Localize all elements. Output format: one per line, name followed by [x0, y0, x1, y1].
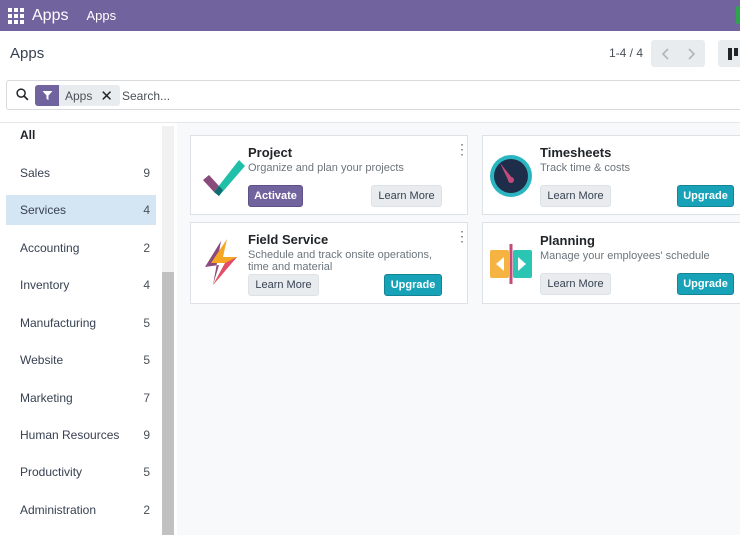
- filter-facet-label: Apps: [59, 85, 97, 106]
- sidebar-item-count: 4: [143, 203, 150, 217]
- sidebar-item-label: Human Resources: [20, 428, 120, 442]
- app-card-title: Planning: [540, 233, 595, 248]
- sidebar-item-count: 9: [143, 166, 150, 180]
- activate-button[interactable]: Activate: [248, 185, 303, 207]
- timesheets-icon: [490, 155, 532, 197]
- sidebar-item-inventory[interactable]: Inventory 4: [6, 270, 156, 300]
- learn-more-button[interactable]: Learn More: [371, 185, 442, 207]
- sidebar-scrollbar-thumb[interactable]: [162, 272, 174, 535]
- filter-facet: Apps ✕: [35, 85, 120, 106]
- sidebar-item-count: 4: [143, 278, 150, 292]
- navbar-menu-apps[interactable]: Apps: [86, 8, 116, 23]
- search-icon[interactable]: [16, 88, 29, 101]
- sidebar-item-marketing[interactable]: Marketing 7: [6, 383, 156, 413]
- pager-value[interactable]: 1-4 / 4: [609, 46, 643, 60]
- kanban-icon: [728, 47, 738, 60]
- navbar-brand[interactable]: Apps: [32, 7, 68, 25]
- sidebar-item-manufacturing[interactable]: Manufacturing 5: [6, 308, 156, 338]
- sidebar-item-label: Administration: [20, 503, 97, 517]
- app-card-field-service[interactable]: Field Service Schedule and track onsite …: [190, 222, 469, 304]
- kebab-menu-icon[interactable]: ⋮: [455, 228, 469, 245]
- sidebar-item-label: Productivity: [20, 465, 83, 479]
- learn-more-button[interactable]: Learn More: [540, 185, 611, 207]
- field-service-icon: [205, 239, 237, 285]
- app-card-planning[interactable]: Planning Manage your employees' schedule…: [482, 222, 740, 304]
- upgrade-button[interactable]: Upgrade: [677, 185, 734, 207]
- sidebar-item-count: 5: [143, 353, 150, 367]
- app-card-title: Project: [248, 145, 293, 160]
- upgrade-button[interactable]: Upgrade: [384, 274, 442, 296]
- pager-next-button[interactable]: [678, 40, 705, 67]
- filter-icon: [35, 85, 59, 106]
- kanban-view-button[interactable]: [718, 40, 740, 67]
- chevron-left-icon: [661, 47, 669, 60]
- app-card-summary: Track time & costs: [540, 162, 631, 174]
- pager-previous-button[interactable]: [651, 40, 678, 67]
- sidebar-item-count: 7: [143, 391, 150, 405]
- sidebar-item-services[interactable]: Services 4: [6, 195, 156, 225]
- app-card-summary: Organize and plan your projects: [248, 162, 404, 174]
- sidebar-item-count: 9: [143, 428, 150, 442]
- upgrade-button[interactable]: Upgrade: [677, 273, 734, 295]
- sidebar-item-label: Marketing: [20, 391, 73, 405]
- search-bar: Apps ✕: [6, 80, 740, 110]
- chevron-right-icon: [687, 47, 695, 60]
- planning-icon: [490, 244, 532, 284]
- app-grid-icon[interactable]: [8, 7, 24, 24]
- app-card-project[interactable]: Project Organize and plan your projects …: [190, 135, 469, 215]
- kebab-menu-icon[interactable]: ⋮: [455, 141, 469, 158]
- systray-edge: [736, 6, 740, 24]
- sidebar-item-label: Manufacturing: [20, 316, 97, 330]
- sidebar-item-all[interactable]: All: [6, 120, 156, 150]
- app-card-summary: Schedule and track onsite operations, ti…: [248, 249, 433, 273]
- sidebar-item-administration[interactable]: Administration 2: [6, 495, 156, 525]
- sidebar-item-label: All: [20, 128, 36, 142]
- sidebar-item-label: Website: [20, 353, 64, 367]
- app-card-summary: Manage your employees' schedule: [540, 250, 710, 262]
- app-card-title: Field Service: [248, 232, 329, 247]
- project-icon: [203, 160, 245, 196]
- sidebar-item-count: 2: [143, 503, 150, 517]
- sidebar-item-website[interactable]: Website 5: [6, 345, 156, 375]
- sidebar-item-count: 5: [143, 316, 150, 330]
- close-icon[interactable]: ✕: [96, 85, 120, 106]
- sidebar-item-accounting[interactable]: Accounting 2: [6, 233, 156, 263]
- sidebar-item-count: 5: [143, 465, 150, 479]
- learn-more-button[interactable]: Learn More: [540, 273, 611, 295]
- learn-more-button[interactable]: Learn More: [248, 274, 319, 296]
- page-title: Apps: [10, 45, 45, 62]
- app-card-timesheets[interactable]: Timesheets Track time & costs Learn More…: [482, 135, 740, 215]
- sidebar-item-sales[interactable]: Sales 9: [6, 158, 156, 188]
- sidebar-item-label: Accounting: [20, 241, 80, 255]
- sidebar-item-label: Services: [20, 203, 67, 217]
- sidebar-item-count: 2: [143, 241, 150, 255]
- app-card-title: Timesheets: [540, 145, 612, 160]
- top-navbar: Apps Apps: [0, 0, 740, 31]
- sidebar-item-label: Sales: [20, 166, 51, 180]
- sidebar-item-productivity[interactable]: Productivity 5: [6, 457, 156, 487]
- search-input[interactable]: [122, 86, 722, 106]
- sidebar-item-human-resources[interactable]: Human Resources 9: [6, 420, 156, 450]
- sidebar-item-label: Inventory: [20, 278, 70, 292]
